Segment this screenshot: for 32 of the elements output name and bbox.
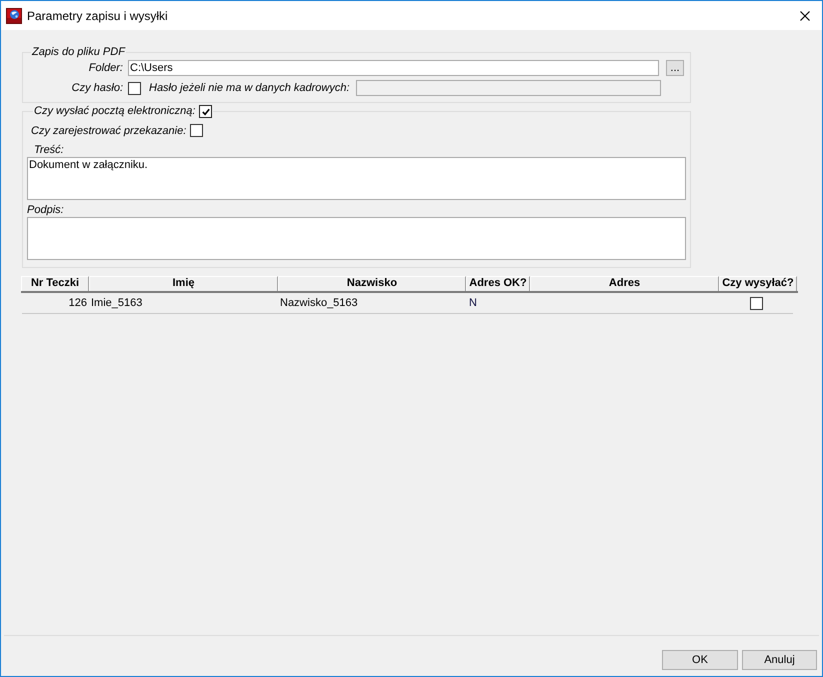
close-icon [800,10,810,20]
cancel-button[interactable]: Anuluj [742,650,817,670]
globe-icon [6,8,22,24]
table-cell-text: N [468,297,478,309]
checkbox[interactable] [190,124,204,137]
register-label: Czy zarejestrować przekazanie: [31,124,186,136]
window-title: Parametry zapisu i wysyłki [27,8,169,22]
checkbox[interactable] [128,82,141,94]
password-field-label: Hasło jeżeli nie ma w danych kadrowych: [149,82,350,94]
column-header[interactable]: Adres OK? [466,276,530,291]
table-cell-text: Nazwisko_5163 [279,297,359,309]
message-field[interactable]: Dokument w załączniku. [27,157,686,200]
signature-field[interactable] [27,217,686,260]
table-cell-text: Imie_5163 [90,297,144,309]
browse-button[interactable]: ... [666,60,684,76]
tick-icon [200,106,211,116]
column-header[interactable]: Nazwisko [278,276,466,291]
column-header[interactable]: Imię [89,276,278,291]
column-header[interactable]: Nr Teczki [21,276,89,291]
send-email-label: Czy wysłać pocztą elektroniczną: [34,105,196,118]
group-legend: Zapis do pliku PDF [31,46,126,59]
signature-label: Podpis: [27,204,65,217]
message-label: Treść: [33,144,65,157]
folder-label: Folder: [88,62,123,74]
checkbox[interactable] [199,105,212,118]
column-header[interactable]: Czy wysyłać? [719,276,797,291]
password-label: Czy hasło: [70,82,123,94]
column-header[interactable]: Adres [530,276,719,291]
folder-field[interactable]: C:\Users [128,60,659,76]
ok-button[interactable]: OK [662,650,738,670]
table-cell-text: 126 [68,297,88,309]
checkbox[interactable] [750,296,762,310]
